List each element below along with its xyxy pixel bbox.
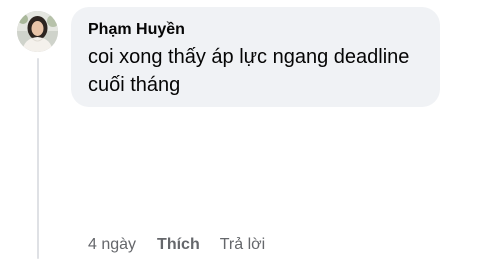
comment-text: coi xong thấy áp lực ngang deadline cuối… bbox=[88, 46, 410, 96]
comment-actions: 4 ngày Thích Trả lời bbox=[88, 234, 265, 256]
avatar[interactable] bbox=[17, 11, 58, 52]
comment-author[interactable]: Phạm Huyền bbox=[88, 20, 424, 40]
like-button[interactable]: Thích bbox=[157, 236, 200, 254]
comment-bubble: Phạm Huyền coi xong thấy áp lực ngang de… bbox=[71, 7, 440, 107]
profile-photo-icon bbox=[17, 11, 58, 52]
reply-button[interactable]: Trả lời bbox=[220, 236, 265, 254]
thread-line bbox=[37, 58, 39, 259]
comment-timestamp[interactable]: 4 ngày bbox=[88, 236, 136, 254]
